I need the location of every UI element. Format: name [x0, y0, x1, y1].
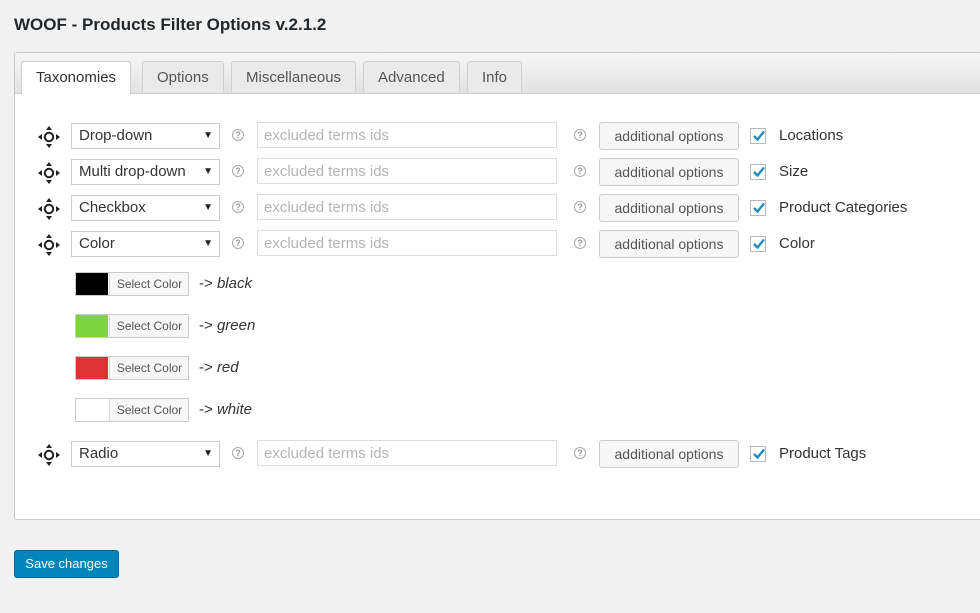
filter-type-select[interactable]: Drop-down ▼ — [71, 123, 220, 149]
chevron-down-icon: ▼ — [203, 130, 213, 141]
color-picker[interactable]: Select Color — [75, 272, 189, 296]
color-term-label: -> green — [199, 317, 255, 334]
taxonomy-row-product-categories: Checkbox ▼ ? ? additional options Produc… — [15, 194, 980, 222]
taxonomy-checkbox[interactable] — [750, 200, 766, 216]
color-swatch[interactable] — [76, 357, 108, 379]
additional-options-button[interactable]: additional options — [599, 122, 739, 150]
color-term-label: -> black — [199, 275, 252, 292]
taxonomy-checkbox[interactable] — [750, 128, 766, 144]
color-picker[interactable]: Select Color — [75, 314, 189, 338]
help-icon[interactable]: ? — [232, 447, 244, 459]
color-picker[interactable]: Select Color — [75, 398, 189, 422]
color-swatch[interactable] — [76, 273, 108, 295]
check-icon — [753, 448, 765, 460]
taxonomy-row-size: Multi drop-down ▼ ? ? additional options… — [15, 158, 980, 186]
filter-type-value: Multi drop-down — [79, 163, 186, 180]
select-color-button[interactable]: Select Color — [109, 357, 189, 379]
color-term-name: white — [216, 401, 252, 418]
select-color-button[interactable]: Select Color — [109, 273, 189, 295]
color-swatch[interactable] — [76, 315, 108, 337]
color-swatch[interactable] — [76, 399, 108, 421]
color-term-label: -> red — [199, 359, 239, 376]
filter-type-select[interactable]: Color ▼ — [71, 231, 220, 257]
page-title: WOOF - Products Filter Options v.2.1.2 — [14, 15, 327, 34]
help-icon[interactable]: ? — [574, 237, 586, 249]
tab-advanced[interactable]: Advanced — [363, 61, 460, 92]
help-icon[interactable]: ? — [574, 447, 586, 459]
move-icon[interactable] — [37, 161, 61, 185]
taxonomy-label: Locations — [779, 127, 844, 144]
taxonomy-row-locations: Drop-down ▼ ? ? additional options Locat… — [15, 122, 980, 150]
excluded-terms-input[interactable] — [257, 194, 557, 220]
tab-bar: Taxonomies Options Miscellaneous Advance… — [15, 53, 980, 94]
move-icon[interactable] — [37, 443, 61, 467]
color-picker[interactable]: Select Color — [75, 356, 189, 380]
select-color-button[interactable]: Select Color — [109, 399, 189, 421]
select-color-button[interactable]: Select Color — [109, 315, 189, 337]
additional-options-button[interactable]: additional options — [599, 440, 739, 468]
filter-type-value: Color — [79, 235, 115, 252]
chevron-down-icon: ▼ — [203, 448, 213, 459]
taxonomy-label: Product Tags — [779, 445, 867, 462]
taxonomy-row-color: Color ▼ ? ? additional options Color — [15, 230, 980, 258]
taxonomy-label: Product Categories — [779, 199, 908, 216]
filter-type-value: Checkbox — [79, 199, 146, 216]
taxonomy-row-product-tags: Radio ▼ ? ? additional options Product T… — [15, 440, 980, 468]
additional-options-button[interactable]: additional options — [599, 158, 739, 186]
move-icon[interactable] — [37, 233, 61, 257]
options-panel: Taxonomies Options Miscellaneous Advance… — [14, 52, 980, 520]
color-term-name: red — [216, 359, 239, 376]
chevron-down-icon: ▼ — [203, 238, 213, 249]
chevron-down-icon: ▼ — [203, 166, 213, 177]
excluded-terms-input[interactable] — [257, 230, 557, 256]
filter-type-select[interactable]: Checkbox ▼ — [71, 195, 220, 221]
tab-miscellaneous[interactable]: Miscellaneous — [231, 61, 357, 92]
filter-type-select[interactable]: Radio ▼ — [71, 441, 220, 467]
taxonomy-checkbox[interactable] — [750, 164, 766, 180]
taxonomy-checkbox[interactable] — [750, 236, 766, 252]
move-icon[interactable] — [37, 125, 61, 149]
help-icon[interactable]: ? — [232, 201, 244, 213]
excluded-terms-input[interactable] — [257, 440, 557, 466]
filter-type-value: Drop-down — [79, 127, 153, 144]
check-icon — [753, 166, 765, 178]
tab-options[interactable]: Options — [142, 61, 224, 92]
color-term-name: green — [216, 317, 256, 334]
filter-type-value: Radio — [79, 445, 119, 462]
excluded-terms-input[interactable] — [257, 158, 557, 184]
excluded-terms-input[interactable] — [257, 122, 557, 148]
color-term-label: -> white — [199, 401, 252, 418]
move-icon[interactable] — [37, 197, 61, 221]
help-icon[interactable]: ? — [232, 165, 244, 177]
additional-options-button[interactable]: additional options — [599, 194, 739, 222]
taxonomy-label: Size — [779, 163, 809, 180]
help-icon[interactable]: ? — [232, 237, 244, 249]
help-icon[interactable]: ? — [232, 129, 244, 141]
taxonomy-label: Color — [779, 235, 815, 252]
check-icon — [753, 202, 765, 214]
arrow-text: -> — [199, 317, 213, 334]
chevron-down-icon: ▼ — [203, 202, 213, 213]
check-icon — [753, 238, 765, 250]
check-icon — [753, 130, 765, 142]
help-icon[interactable]: ? — [574, 201, 586, 213]
filter-type-select[interactable]: Multi drop-down ▼ — [71, 159, 220, 185]
arrow-text: -> — [199, 275, 213, 292]
save-changes-button[interactable]: Save changes — [14, 550, 119, 578]
help-icon[interactable]: ? — [574, 165, 586, 177]
taxonomy-checkbox[interactable] — [750, 446, 766, 462]
arrow-text: -> — [199, 359, 213, 376]
arrow-text: -> — [199, 401, 213, 418]
color-term-name: black — [216, 275, 252, 292]
additional-options-button[interactable]: additional options — [599, 230, 739, 258]
tab-info[interactable]: Info — [467, 61, 523, 92]
tab-taxonomies[interactable]: Taxonomies — [21, 61, 132, 94]
help-icon[interactable]: ? — [574, 129, 586, 141]
